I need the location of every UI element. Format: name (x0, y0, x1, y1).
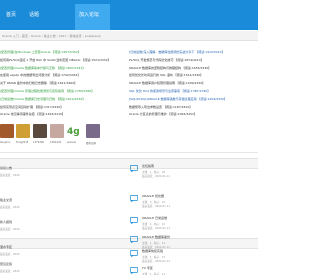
news-item[interactable]: [SQL/PLSQL]ORACLE 数据库函数与存储过程应用 【阅读:1209/… (129, 96, 254, 104)
news-item[interactable]: Oracle 分区表的管理与维护 【阅读:1093/2251】 (129, 111, 254, 119)
forum-thread[interactable]: ORACLE 优化器 主题：3，帖子：10 最后发表：2024-01-11 (130, 194, 225, 214)
thread-title[interactable]: 论坛公告 (0, 166, 40, 170)
avatar[interactable] (33, 124, 47, 138)
thread-title[interactable]: TX 专区 (142, 266, 153, 270)
news-item[interactable]: [日常运维]深入理解 - 数据库性能调优实战分享下 【阅读:1912/5210】 (129, 49, 254, 57)
breadcrumb: Oracle 入门 › 首页 › Oracle › 版主公告 › 2017 › … (0, 31, 258, 41)
thread-last-post: 最后发表：2024 (0, 253, 20, 256)
news-item[interactable]: 如何优化长时间运行的 SQL 语句 【阅读:1512/1340】 (129, 72, 254, 80)
user-card[interactable]: 4g wulene (67, 122, 83, 144)
forum-speech-icon (130, 267, 138, 274)
thread-title[interactable]: 意见反馈 (0, 262, 40, 266)
thread-title[interactable]: 数据库恢复实验 (142, 249, 163, 253)
avatar[interactable] (16, 124, 30, 138)
username[interactable]: 1379400 (33, 141, 44, 144)
left-thread[interactable]: 新人报到最后发表：2024 (0, 220, 40, 231)
nav-item-topics[interactable]: 话题 (29, 12, 39, 18)
news-item[interactable]: 数据泵导入导出参数设置 【阅读:1187/1810】 (129, 104, 254, 112)
thread-last-post: 最后发表：2024 (0, 174, 20, 177)
user-card[interactable]: 整风海港 (86, 122, 102, 145)
news-item[interactable]: [日常运维]Oracle 数据库日志清理与归档 【阅读:1612/4432】 (0, 96, 125, 104)
thread-last-post: 最后发表：2024-01-12 (142, 260, 171, 263)
thread-title[interactable]: 论坛指南 (142, 164, 154, 168)
left-thread[interactable]: 版主交流最后发表：2024 (0, 198, 40, 209)
forum-speech-icon (130, 165, 138, 172)
user-card[interactable]: 1379400 (33, 122, 49, 144)
news-item[interactable]: [配置管理]Oracle 数据库版本升级与迁移 【阅读:1897/2341】 (0, 65, 125, 73)
news-list-left: [配置管理]在Windows 上安装Oracle 【阅读:1957/5352】如… (0, 49, 125, 119)
news-item[interactable]: SQL 优化 Hint 的使用场景与注意事项 【阅读:1387/1790】 (129, 88, 254, 96)
avatar[interactable] (86, 124, 100, 138)
nav-item-join[interactable]: 加入论坛 (79, 12, 99, 18)
active-users: tangdou Feng2015 1379400 1562443 4g wulene 整风海… (0, 122, 105, 150)
news-item[interactable]: 关于 RMAN 备份中的归档日志删除 【阅读:1621/3460】 (0, 80, 125, 88)
news-item[interactable]: [配置管理]Oracle 存储过程性能调优与实际案例 【阅读:1783/3360… (0, 88, 125, 96)
left-thread[interactable]: 灌水专区最后发表：2024 (0, 245, 40, 256)
thread-last-post: 最后发表：2024 (0, 270, 20, 273)
thread-title[interactable]: 灌水专区 (0, 245, 40, 249)
thread-title[interactable]: ORACLE 优化器 (142, 194, 164, 198)
news-item[interactable]: Oracle 常见等待事件总结 【阅读:1493/2215】 (0, 111, 125, 119)
thread-title[interactable]: 版主交流 (0, 198, 40, 202)
thread-last-post: 最后发表：2024 (0, 206, 20, 209)
user-card[interactable]: Feng2015 (16, 122, 32, 144)
username[interactable]: 整风海港 (86, 141, 96, 145)
avatar[interactable]: 4g (67, 126, 81, 140)
forum-speech-icon (130, 195, 138, 202)
forum-thread[interactable]: 论坛指南 主题：1，帖子：10 最后发表：2024-01-11 (130, 164, 225, 184)
left-thread[interactable]: 论坛公告最后发表：2024 (0, 166, 40, 177)
left-thread[interactable]: 意见反馈最后发表：2024 (0, 262, 40, 273)
news-item[interactable]: 如何用PL/SQL连接 1 开启 RAC 中 SCAN 监听配置 DBACLI … (0, 57, 125, 65)
breadcrumb-text: Oracle 入门 › 首页 › Oracle › 版主公告 › 2017 › … (2, 34, 101, 38)
avatar[interactable] (50, 124, 64, 138)
thread-last-post: 最后发表：2024 (0, 228, 20, 231)
user-card[interactable]: tangdou (0, 122, 16, 144)
divider (0, 152, 258, 153)
thread-last-post: 最后发表：2024-01-11 (142, 205, 171, 208)
news-item[interactable]: 如何实现表空间自动扩展 【阅读:1317/2240】 (0, 104, 125, 112)
news-item[interactable]: ORACLE 数据库用户权限管理说明 【阅读:1409/2250】 (129, 80, 254, 88)
news-item[interactable]: PL/SQL 开发规范与代码优化技巧 【阅读:1874/4214】 (129, 57, 254, 65)
news-list-right: [日常运维]深入理解 - 数据库性能调优实战分享下 【阅读:1912/5210】… (129, 49, 254, 119)
nav-item-home[interactable]: 首页 (6, 12, 16, 18)
username[interactable]: 1562443 (50, 141, 61, 144)
forum-speech-icon (130, 250, 138, 257)
username[interactable]: wulene (67, 141, 76, 144)
user-card[interactable]: 1562443 (50, 122, 66, 144)
username[interactable]: tangdou (0, 141, 10, 144)
forum-thread[interactable]: TX 专区主题：1，帖子：11最后发表：2024-01-12 (130, 266, 225, 275)
thread-last-post: 最后发表：2024-01-11 (142, 175, 171, 178)
thread-last-post: 最后发表：2024-01-11 (142, 227, 171, 230)
thread-title[interactable]: 新人报到 (0, 220, 40, 224)
avatar[interactable] (0, 124, 14, 138)
news-item[interactable]: 在使用 expdp 中的数据导出问题分析 【阅读:1792/4452】 (0, 72, 125, 80)
forum-thread[interactable]: ORACLE 日常运维 主题：2，帖子：15 最后发表：2024-01-11 (130, 216, 225, 236)
thread-title[interactable]: ORACLE 数据库备份 (142, 235, 170, 239)
username[interactable]: Feng2015 (16, 141, 28, 144)
thread-title[interactable]: ORACLE 日常运维 (142, 216, 167, 220)
news-item[interactable]: ORACLE 数据库的逻辑结构与物理结构 【阅读:1655/3230】 (129, 65, 254, 73)
news-item[interactable]: [配置管理]在Windows 上安装Oracle 【阅读:1957/5352】 (0, 49, 125, 57)
forum-speech-icon (130, 236, 138, 243)
top-navigation-bar: 首页 话题 加入论坛 (0, 0, 258, 30)
forum-speech-icon (130, 217, 138, 224)
